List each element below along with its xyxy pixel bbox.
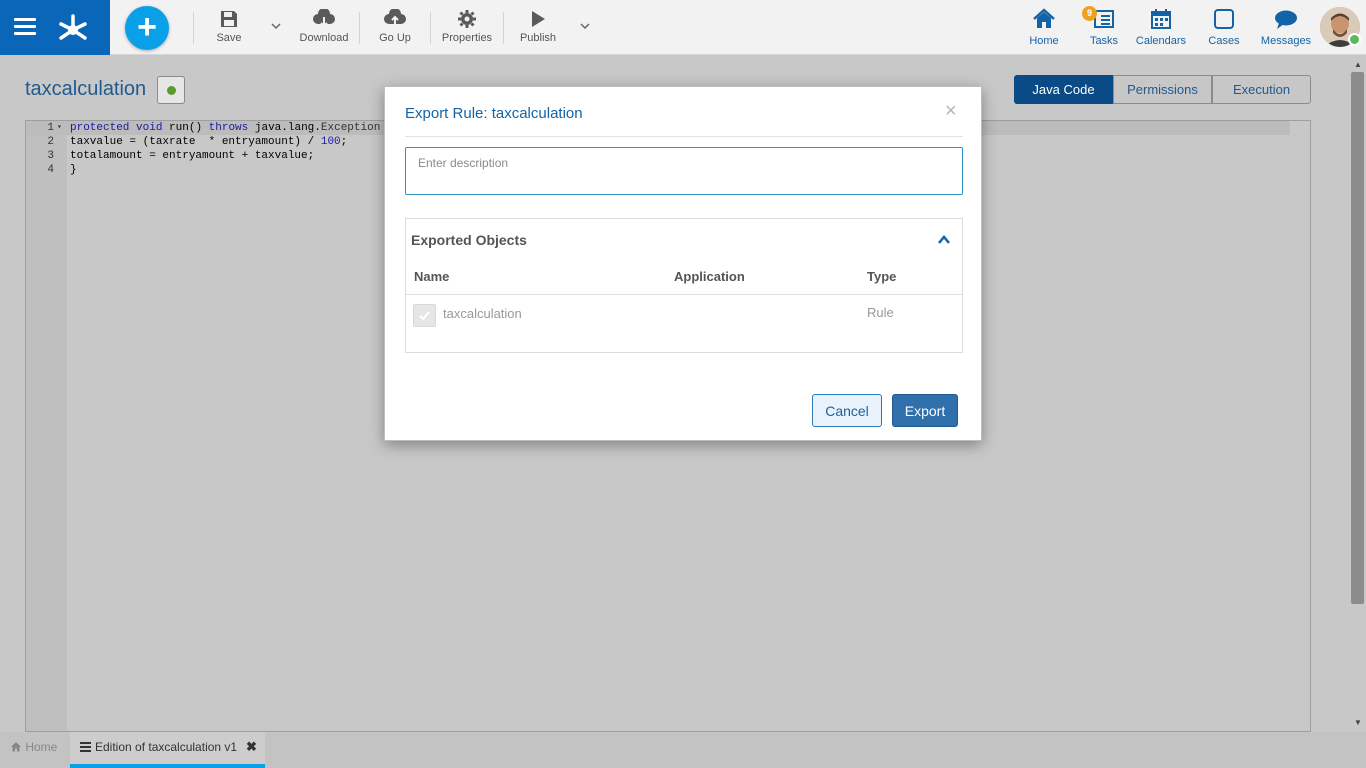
code-text: totalamount = entryamount + taxvalue; bbox=[70, 150, 315, 162]
online-status-dot bbox=[1348, 33, 1361, 46]
download-button[interactable]: Download bbox=[298, 8, 350, 48]
tab-execution[interactable]: Execution bbox=[1212, 75, 1311, 104]
close-icon[interactable]: × bbox=[945, 101, 957, 121]
code-text: } bbox=[70, 164, 77, 176]
export-rule-dialog: Export Rule: taxcalculation × Exported O… bbox=[384, 86, 982, 441]
top-bar: + Save Download Go Up Properties Publish… bbox=[0, 0, 1366, 55]
cases-icon bbox=[1214, 9, 1234, 29]
bottom-tab-home[interactable]: Home bbox=[10, 740, 57, 754]
go-up-button[interactable]: Go Up bbox=[376, 8, 414, 48]
cloud-download-icon bbox=[313, 9, 335, 28]
checkmark-icon bbox=[419, 311, 430, 321]
column-header-application: Application bbox=[674, 269, 745, 284]
toolbar-divider bbox=[430, 12, 431, 44]
status-button[interactable] bbox=[157, 76, 185, 104]
row-name: taxcalculation bbox=[443, 306, 522, 321]
export-button[interactable]: Export bbox=[892, 394, 958, 427]
menu-icon[interactable] bbox=[14, 18, 36, 36]
tab-java-code[interactable]: Java Code bbox=[1014, 75, 1113, 104]
cloud-upload-icon bbox=[384, 9, 406, 26]
tab-permissions[interactable]: Permissions bbox=[1113, 75, 1212, 104]
properties-button[interactable]: Properties bbox=[441, 8, 493, 48]
panel-title: Exported Objects bbox=[411, 232, 527, 248]
line-number: 2 bbox=[47, 136, 54, 148]
gear-icon bbox=[458, 10, 476, 28]
cancel-button[interactable]: Cancel bbox=[812, 394, 882, 427]
publish-label: Publish bbox=[519, 32, 557, 44]
publish-chevron-down-icon[interactable] bbox=[579, 20, 591, 32]
bottom-tab-edition-label: Edition of taxcalculation v1 bbox=[95, 740, 238, 754]
line-number: 3 bbox=[47, 150, 54, 162]
brand-area bbox=[0, 0, 110, 55]
play-icon bbox=[532, 11, 545, 27]
view-tabs: Java Code Permissions Execution bbox=[1014, 75, 1311, 104]
nav-tasks-label: Tasks bbox=[1089, 35, 1119, 47]
close-icon[interactable]: ✖ bbox=[246, 739, 257, 755]
scroll-up-icon[interactable]: ▲ bbox=[1352, 60, 1364, 70]
go-up-label: Go Up bbox=[379, 32, 411, 44]
nav-messages-label: Messages bbox=[1260, 35, 1312, 47]
scrollbar-thumb[interactable] bbox=[1351, 72, 1364, 604]
scroll-down-icon[interactable]: ▼ bbox=[1352, 718, 1364, 728]
chat-bubble-icon bbox=[1275, 10, 1297, 29]
calendar-icon bbox=[1151, 9, 1171, 29]
save-label: Save bbox=[216, 32, 242, 44]
row-checkbox[interactable] bbox=[413, 304, 436, 327]
nav-tasks[interactable]: 9 Tasks bbox=[1082, 6, 1124, 50]
download-label: Download bbox=[299, 32, 349, 44]
toolbar-divider bbox=[193, 12, 194, 44]
status-dot-icon bbox=[167, 86, 176, 95]
bottom-tab-edition[interactable]: Edition of taxcalculation v1 ✖ bbox=[70, 732, 265, 768]
logo-icon[interactable] bbox=[55, 10, 91, 44]
fold-caret-icon[interactable]: ▾ bbox=[57, 121, 62, 135]
list-icon bbox=[80, 742, 91, 752]
toolbar-divider bbox=[503, 12, 504, 44]
properties-label: Properties bbox=[441, 32, 493, 44]
column-header-name: Name bbox=[414, 269, 450, 284]
description-field[interactable] bbox=[405, 147, 963, 195]
column-header-type: Type bbox=[867, 269, 897, 284]
add-button[interactable]: + bbox=[125, 6, 169, 50]
home-icon bbox=[11, 742, 21, 752]
line-number: 4 bbox=[47, 164, 54, 176]
tasks-badge: 9 bbox=[1082, 6, 1097, 21]
home-icon bbox=[1033, 8, 1055, 28]
save-icon bbox=[221, 11, 237, 27]
divider bbox=[406, 294, 962, 295]
bottom-tab-home-label: Home bbox=[25, 740, 58, 754]
chevron-up-icon[interactable] bbox=[936, 233, 952, 247]
nav-cases[interactable]: Cases bbox=[1204, 6, 1244, 50]
page-title: taxcalculation bbox=[25, 78, 147, 100]
nav-home-label: Home bbox=[1029, 35, 1059, 47]
save-button[interactable]: Save bbox=[210, 8, 248, 48]
nav-cases-label: Cases bbox=[1208, 35, 1240, 47]
exported-objects-panel: Exported Objects Name Application Type t… bbox=[405, 218, 963, 353]
nav-calendars[interactable]: Calendars bbox=[1134, 6, 1188, 50]
nav-home[interactable]: Home bbox=[1024, 6, 1064, 50]
dialog-title: Export Rule: taxcalculation bbox=[405, 105, 583, 122]
nav-messages[interactable]: Messages bbox=[1258, 6, 1314, 50]
save-chevron-down-icon[interactable] bbox=[270, 20, 282, 32]
code-text: protected void run() throws java.lang.Ex… bbox=[70, 122, 381, 134]
code-text: taxvalue = (taxrate * entryamount) / 100… bbox=[70, 136, 348, 148]
toolbar-divider bbox=[359, 12, 360, 44]
publish-button[interactable]: Publish bbox=[518, 8, 558, 48]
divider bbox=[405, 136, 963, 137]
nav-calendars-label: Calendars bbox=[1135, 35, 1187, 47]
line-number: 1 bbox=[47, 122, 54, 134]
row-type: Rule bbox=[867, 305, 894, 320]
line-gutter bbox=[26, 121, 67, 731]
